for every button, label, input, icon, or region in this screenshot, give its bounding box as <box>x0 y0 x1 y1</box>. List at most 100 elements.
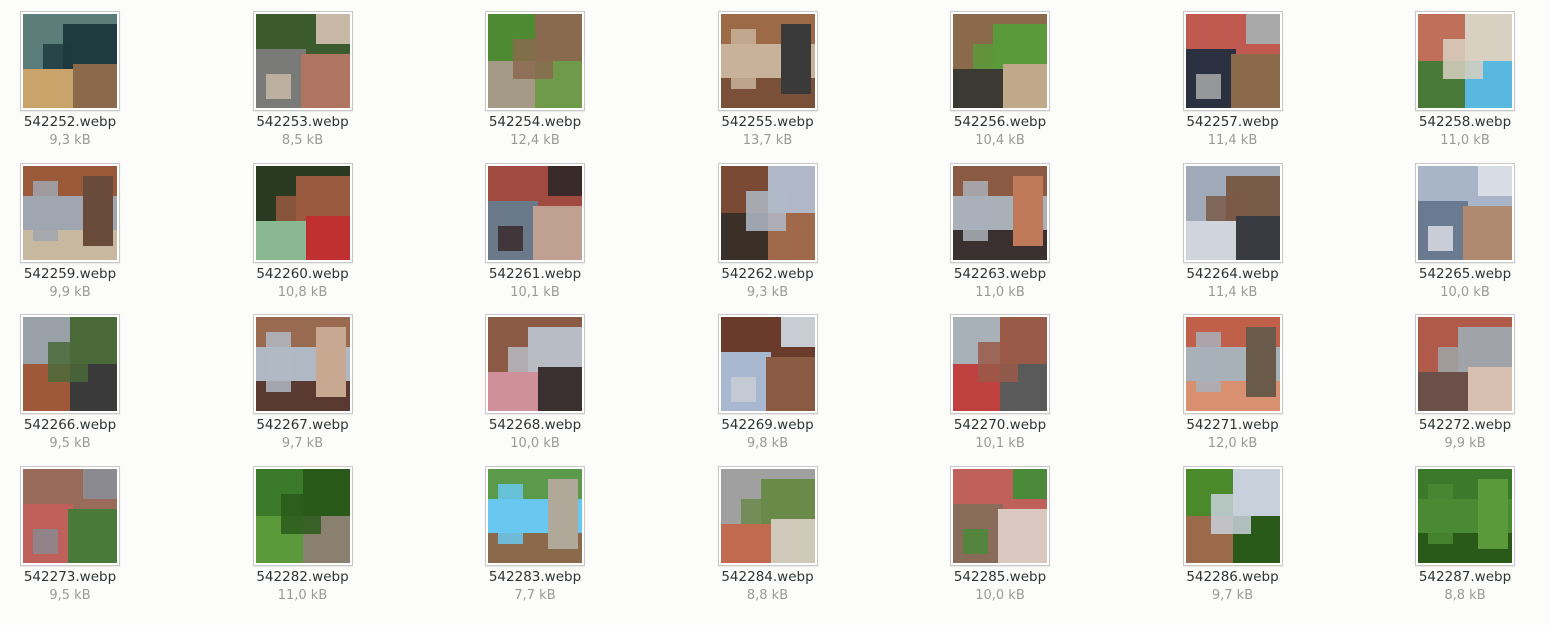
thumbnail-patch <box>1245 14 1280 44</box>
file-thumbnail[interactable] <box>717 314 818 414</box>
file-thumbnail[interactable] <box>1415 163 1515 263</box>
file-size: 10,0 kB <box>975 588 1025 603</box>
thumbnail-patch <box>83 176 113 246</box>
file-item[interactable]: 542283.webp 7,7 kB <box>460 466 610 606</box>
file-grid: 542252.webp 9,3 kB 542253.webp 8,5 kB 542254… <box>0 0 1550 625</box>
file-name: 542282.webp <box>256 569 349 585</box>
file-thumbnail[interactable] <box>20 163 120 263</box>
file-item[interactable]: 542258.webp 11,0 kB <box>1390 11 1540 151</box>
file-thumbnail[interactable] <box>485 466 585 566</box>
file-size: 8,8 kB <box>746 588 789 603</box>
file-size: 11,4 kB <box>1207 285 1258 300</box>
file-thumbnail[interactable] <box>20 314 120 414</box>
file-name: 542268.webp <box>488 417 582 433</box>
thumbnail-image <box>23 469 117 563</box>
thumbnail-patch <box>740 499 771 524</box>
file-thumbnail[interactable] <box>1182 466 1283 566</box>
file-size: 9,8 kB <box>746 436 789 451</box>
file-size: 9,5 kB <box>49 588 91 603</box>
file-thumbnail[interactable] <box>20 11 120 111</box>
file-thumbnail[interactable] <box>950 163 1050 263</box>
thumbnail-patch <box>280 494 321 534</box>
file-thumbnail[interactable] <box>717 163 818 263</box>
file-item[interactable]: 542262.webp 9,3 kB <box>693 163 843 303</box>
file-thumbnail[interactable] <box>950 11 1050 111</box>
file-item[interactable]: 542260.webp 10,8 kB <box>228 163 378 303</box>
file-size: 7,7 kB <box>514 588 556 603</box>
thumbnail-image <box>720 317 815 411</box>
file-item[interactable]: 542257.webp 11,4 kB <box>1158 11 1308 151</box>
file-item[interactable]: 542266.webp 9,5 kB <box>0 314 145 454</box>
file-thumbnail[interactable] <box>485 11 585 111</box>
file-item[interactable]: 542252.webp 9,3 kB <box>0 11 145 151</box>
file-name: 542286.webp <box>1186 569 1279 585</box>
file-thumbnail[interactable] <box>20 466 120 566</box>
file-size: 8,5 kB <box>281 133 324 148</box>
file-thumbnail[interactable] <box>252 314 353 414</box>
thumbnail-patch <box>1245 327 1276 397</box>
file-item[interactable]: 542268.webp 10,0 kB <box>460 314 610 454</box>
thumbnail-image <box>23 166 117 260</box>
file-thumbnail[interactable] <box>1415 11 1515 111</box>
file-item[interactable]: 542273.webp 9,5 kB <box>0 466 145 606</box>
file-item[interactable]: 542264.webp 11,4 kB <box>1158 163 1308 303</box>
file-thumbnail[interactable] <box>717 11 818 111</box>
file-item[interactable]: 542270.webp 10,1 kB <box>925 314 1075 454</box>
file-name: 542256.webp <box>953 114 1047 130</box>
thumbnail-image <box>1418 14 1512 108</box>
thumbnail-image <box>953 166 1047 260</box>
file-item[interactable]: 542272.webp 9,9 kB <box>1390 314 1540 454</box>
file-item[interactable]: 542282.webp 11,0 kB <box>228 466 378 606</box>
file-thumbnail[interactable] <box>485 314 585 414</box>
thumbnail-patch <box>300 54 350 108</box>
file-item[interactable]: 542259.webp 9,9 kB <box>0 163 145 303</box>
file-name: 542263.webp <box>953 266 1047 282</box>
file-item[interactable]: 542287.webp 8,8 kB <box>1390 466 1540 606</box>
thumbnail-patch <box>265 74 291 99</box>
thumbnail-patch <box>508 347 538 372</box>
file-thumbnail[interactable] <box>1415 466 1515 566</box>
file-name: 542285.webp <box>953 569 1047 585</box>
file-item[interactable]: 542255.webp 13,7 kB <box>693 11 843 151</box>
thumbnail-image <box>255 317 350 411</box>
thumbnail-patch <box>1210 494 1251 534</box>
thumbnail-patch <box>1468 367 1512 411</box>
file-thumbnail[interactable] <box>950 314 1050 414</box>
file-name: 542265.webp <box>1418 266 1512 282</box>
file-size: 10,0 kB <box>1440 285 1490 300</box>
file-item[interactable]: 542286.webp 9,7 kB <box>1158 466 1308 606</box>
file-item[interactable]: 542253.webp 8,5 kB <box>228 11 378 151</box>
file-thumbnail[interactable] <box>252 163 353 263</box>
file-thumbnail[interactable] <box>1182 163 1283 263</box>
thumbnail-patch <box>48 342 88 382</box>
thumbnail-patch <box>1205 196 1236 221</box>
file-item[interactable]: 542284.webp 8,8 kB <box>693 466 843 606</box>
file-thumbnail[interactable] <box>252 11 353 111</box>
thumbnail-image <box>953 317 1047 411</box>
file-thumbnail[interactable] <box>485 163 585 263</box>
thumbnail-image <box>1185 166 1280 260</box>
file-item[interactable]: 542261.webp 10,1 kB <box>460 163 610 303</box>
file-thumbnail[interactable] <box>1182 314 1283 414</box>
file-item[interactable]: 542269.webp 9,8 kB <box>693 314 843 454</box>
thumbnail-patch <box>498 484 523 544</box>
thumbnail-image <box>1185 469 1280 563</box>
file-thumbnail[interactable] <box>252 466 353 566</box>
file-item[interactable]: 542285.webp 10,0 kB <box>925 466 1075 606</box>
file-item[interactable]: 542263.webp 11,0 kB <box>925 163 1075 303</box>
thumbnail-patch <box>1478 479 1508 549</box>
file-thumbnail[interactable] <box>717 466 818 566</box>
thumbnail-image <box>255 469 350 563</box>
file-thumbnail[interactable] <box>1415 314 1515 414</box>
file-item[interactable]: 542267.webp 9,7 kB <box>228 314 378 454</box>
file-item[interactable]: 542254.webp 12,4 kB <box>460 11 610 151</box>
thumbnail-patch <box>33 181 58 241</box>
thumbnail-image <box>23 14 117 108</box>
file-item[interactable]: 542256.webp 10,4 kB <box>925 11 1075 151</box>
file-thumbnail[interactable] <box>1182 11 1283 111</box>
file-thumbnail[interactable] <box>950 466 1050 566</box>
thumbnail-image <box>1418 317 1512 411</box>
file-size: 10,8 kB <box>277 285 328 300</box>
file-item[interactable]: 542265.webp 10,0 kB <box>1390 163 1540 303</box>
file-item[interactable]: 542271.webp 12,0 kB <box>1158 314 1308 454</box>
